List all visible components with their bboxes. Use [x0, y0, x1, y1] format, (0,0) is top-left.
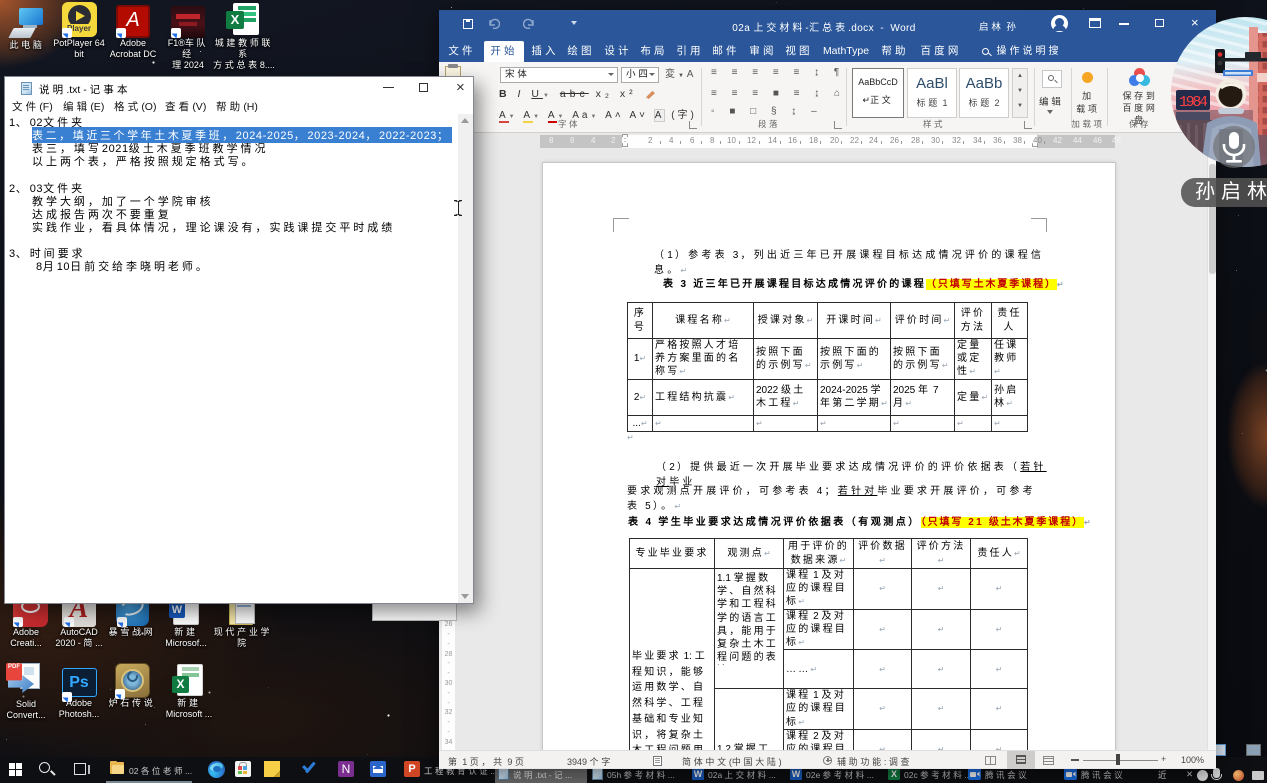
svg-text:1984: 1984 — [1179, 94, 1208, 111]
